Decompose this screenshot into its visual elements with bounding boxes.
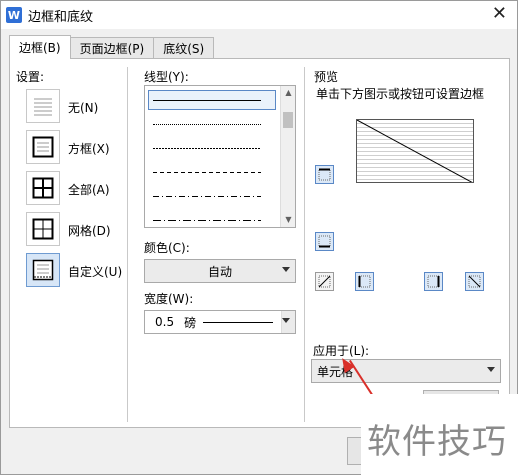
- border-left-icon: [358, 275, 371, 288]
- tab-page-borders[interactable]: 页面边框(P): [69, 37, 155, 59]
- watermark-text: 软件技巧: [367, 422, 507, 462]
- setting-box-label: 方框(X): [68, 142, 110, 156]
- border-diagonal-down-button[interactable]: [465, 272, 484, 291]
- border-top-icon: [318, 168, 331, 181]
- preview-header: 预览: [314, 70, 339, 84]
- all-borders-icon: [32, 177, 54, 199]
- line-style-scrollbar[interactable]: ▲ ▼: [280, 86, 295, 227]
- scroll-thumb[interactable]: [283, 112, 293, 128]
- tab-borders[interactable]: 边框(B): [9, 35, 71, 59]
- tab-shading[interactable]: 底纹(S): [153, 37, 215, 59]
- width-value: 0.5: [155, 315, 175, 329]
- preview-diagonal: [357, 120, 473, 182]
- preview-cell[interactable]: [356, 119, 474, 183]
- line-style-list[interactable]: ▲ ▼: [144, 85, 296, 228]
- line-style-solid[interactable]: [153, 100, 261, 101]
- scroll-up-icon[interactable]: ▲: [281, 86, 295, 100]
- settings-header: 设置:: [16, 70, 45, 84]
- tab-strip: 边框(B) 页面边框(P) 底纹(S): [9, 35, 215, 59]
- chevron-down-icon: [487, 367, 495, 372]
- chevron-down-icon: [282, 267, 290, 272]
- border-diagonal-up-button[interactable]: [315, 272, 334, 291]
- apply-to-label: 应用于(L):: [313, 344, 370, 358]
- border-left-button[interactable]: [355, 272, 374, 291]
- setting-custom-button[interactable]: [26, 253, 60, 287]
- wps-writer-icon: W: [6, 7, 22, 23]
- line-style-dash-dot[interactable]: [153, 196, 261, 197]
- setting-none-button[interactable]: [26, 89, 60, 123]
- setting-grid-button[interactable]: [26, 212, 60, 246]
- width-line-sample: [203, 322, 273, 323]
- line-style-dashed-fine[interactable]: [153, 148, 261, 149]
- setting-none-label: 无(N): [68, 101, 99, 115]
- preview-hint: 单击下方图示或按钮可设置边框: [316, 87, 485, 101]
- diagonal-down-icon: [468, 275, 481, 288]
- chevron-down-icon: [282, 318, 290, 323]
- color-select[interactable]: 自动: [144, 259, 296, 283]
- border-right-button[interactable]: [424, 272, 443, 291]
- none-border-icon: [34, 98, 52, 116]
- border-bottom-icon: [318, 235, 331, 248]
- title-bar: W 边框和底纹 ✕: [1, 1, 517, 29]
- borders-shading-dialog: W 边框和底纹 ✕ 边框(B) 页面边框(P) 底纹(S) 设置: 无(N) 方…: [0, 0, 518, 475]
- width-unit: 磅: [184, 315, 197, 330]
- separator-right: [304, 67, 305, 422]
- setting-all-button[interactable]: [26, 171, 60, 205]
- scroll-down-icon[interactable]: ▼: [281, 213, 295, 227]
- width-select[interactable]: 0.5 磅: [144, 310, 296, 334]
- setting-box-button[interactable]: [26, 130, 60, 164]
- separator-left: [127, 67, 128, 422]
- line-style-dotted[interactable]: [153, 124, 261, 125]
- line-style-header: 线型(Y):: [144, 70, 189, 84]
- setting-custom-label: 自定义(U): [68, 265, 123, 279]
- custom-border-icon: [32, 259, 54, 281]
- border-right-icon: [427, 275, 440, 288]
- dialog-title: 边框和底纹: [28, 9, 94, 25]
- line-style-dashed[interactable]: [153, 172, 261, 173]
- setting-all-label: 全部(A): [68, 183, 110, 197]
- color-label: 颜色(C):: [144, 241, 190, 255]
- border-inside-horizontal-button[interactable]: [315, 232, 334, 251]
- diagonal-up-icon: [318, 275, 331, 288]
- close-icon[interactable]: ✕: [492, 5, 507, 23]
- box-border-icon: [32, 136, 54, 158]
- border-top-button[interactable]: [315, 165, 334, 184]
- color-value: 自动: [207, 264, 232, 279]
- width-label: 宽度(W):: [144, 292, 194, 306]
- line-style-dash-dot-long[interactable]: [153, 220, 261, 221]
- grid-border-icon: [32, 218, 54, 240]
- setting-grid-label: 网格(D): [68, 224, 111, 238]
